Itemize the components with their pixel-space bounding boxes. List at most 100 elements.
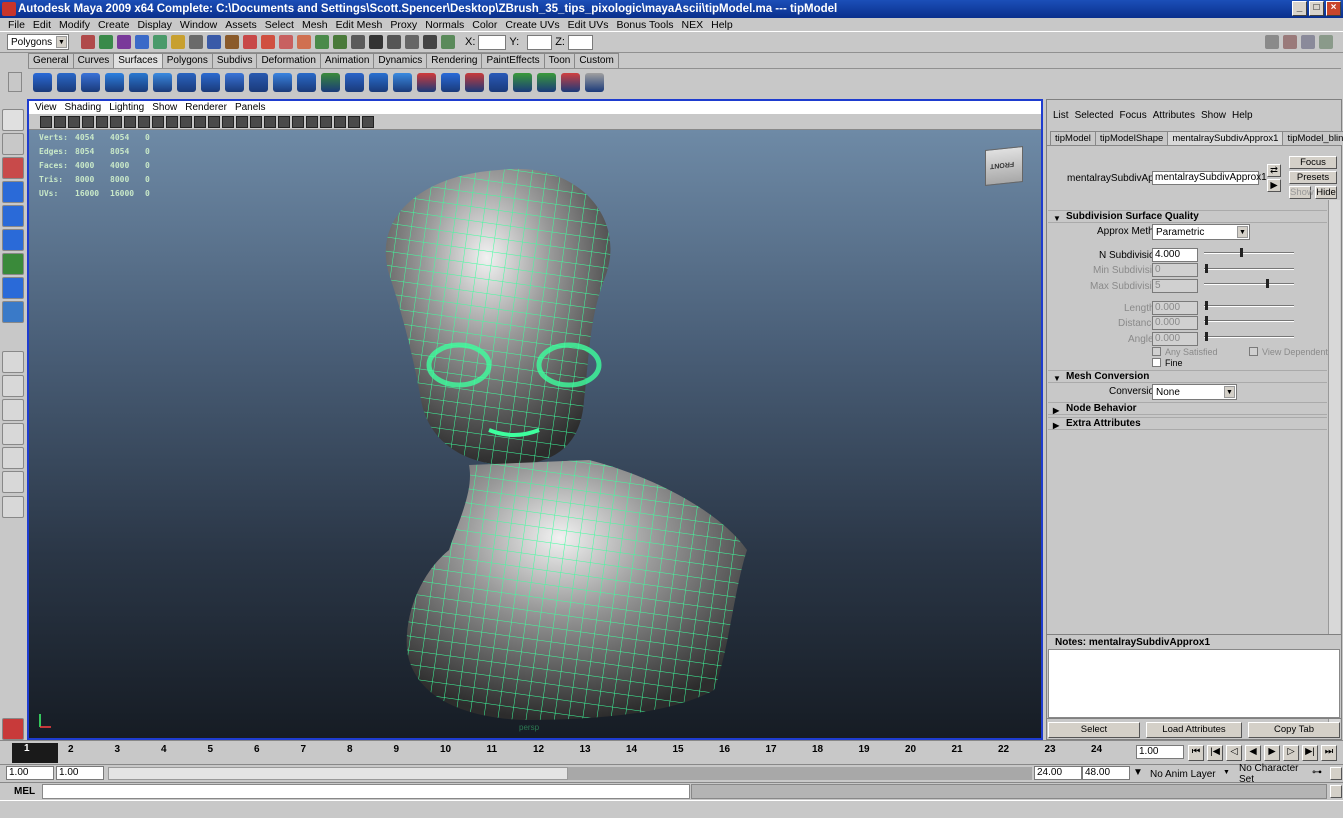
menu-edit[interactable]: Edit <box>29 19 55 31</box>
tab-tipmodel[interactable]: tipModel <box>1050 131 1096 145</box>
slider-handle[interactable] <box>1266 279 1269 288</box>
viewport-tool-9-icon[interactable] <box>166 115 178 128</box>
toolbox-tool-1-icon[interactable] <box>2 133 24 155</box>
n-subdivisions-slider[interactable] <box>1204 248 1294 257</box>
shelf-tool-3-icon[interactable] <box>104 73 124 92</box>
min-subdivisions-slider[interactable] <box>1204 264 1294 273</box>
time-slider[interactable]: 2 3 4 5 6 7 8 9 10 11 12 13 14 15 16 17 18 19 20 21 22 23 24 1… <box>0 740 1343 764</box>
toolbox-tool-12-icon[interactable] <box>2 423 24 445</box>
menu-normals[interactable]: Normals <box>421 19 468 31</box>
shelf-tool-2-icon[interactable] <box>80 73 100 92</box>
shelf-tab-polygons[interactable]: Polygons <box>161 53 213 68</box>
menu-nex[interactable]: NEX <box>678 19 708 31</box>
status-tool-7-icon[interactable] <box>207 35 221 49</box>
ae-menu-attributes[interactable]: Attributes <box>1150 110 1198 121</box>
close-button[interactable]: × <box>1326 1 1341 16</box>
select-button[interactable]: Select <box>1048 722 1140 738</box>
node-name-input[interactable]: mentalraySubdivApprox1 <box>1152 171 1267 185</box>
ae-menu-focus[interactable]: Focus <box>1116 110 1149 121</box>
show-button[interactable]: Show <box>1289 186 1314 199</box>
shelf-tool-23-icon[interactable] <box>584 73 604 92</box>
animation-end-input[interactable]: 48.00 <box>1082 766 1130 780</box>
status-tool-4-icon[interactable] <box>153 35 167 49</box>
shelf-tool-4-icon[interactable] <box>128 73 148 92</box>
viewport-tool-18-icon[interactable] <box>292 115 304 128</box>
slider-handle[interactable] <box>1240 248 1243 257</box>
ae-menu-list[interactable]: List <box>1050 110 1072 121</box>
menu-edit-uvs[interactable]: Edit UVs <box>564 19 613 31</box>
layer-editor-toggle-icon[interactable] <box>1319 35 1333 49</box>
x-input[interactable] <box>478 34 507 50</box>
ae-menu-show[interactable]: Show <box>1198 110 1229 121</box>
length-input[interactable]: 0.000 <box>1152 301 1198 315</box>
view-dependent-checkbox[interactable] <box>1249 347 1258 356</box>
shelf-tool-7-icon[interactable] <box>200 73 220 92</box>
toolbox-tool-15-icon[interactable] <box>2 496 24 518</box>
status-tool-1-icon[interactable] <box>99 35 113 49</box>
shelf-tool-15-icon[interactable] <box>392 73 412 92</box>
shelf-tool-20-icon[interactable] <box>512 73 532 92</box>
tab-tipmodelshape[interactable]: tipModelShape <box>1094 131 1169 145</box>
status-tool-16-icon[interactable] <box>369 35 383 49</box>
step-forward-frame-icon[interactable]: ▷ <box>1283 745 1299 761</box>
angle-slider[interactable] <box>1204 332 1294 341</box>
timeline-ticks[interactable]: 2 3 4 5 6 7 8 9 10 11 12 13 14 15 16 17 18 19 20 21 22 23 24 <box>12 743 1134 763</box>
viewport-tool-1-icon[interactable] <box>54 115 66 128</box>
presets-button[interactable]: Presets <box>1289 171 1337 184</box>
viewport-tool-0-icon[interactable] <box>40 115 52 128</box>
viewport-tool-14-icon[interactable] <box>236 115 248 128</box>
viewport-tool-6-icon[interactable] <box>124 115 136 128</box>
toolbox-tool-2-icon[interactable] <box>2 157 24 179</box>
shelf-tab-deformation[interactable]: Deformation <box>256 53 321 68</box>
viewport-tool-4-icon[interactable] <box>96 115 108 128</box>
status-tool-2-icon[interactable] <box>117 35 131 49</box>
status-tool-19-icon[interactable] <box>423 35 437 49</box>
shelf-tab-custom[interactable]: Custom <box>574 53 619 68</box>
viewport-tool-5-icon[interactable] <box>110 115 122 128</box>
shelf-tool-21-icon[interactable] <box>536 73 556 92</box>
section-extra-attributes[interactable]: ▶ Extra Attributes <box>1048 417 1327 430</box>
shelf-tool-16-icon[interactable] <box>416 73 436 92</box>
any-satisfied-checkbox[interactable] <box>1152 347 1161 356</box>
fine-checkbox[interactable] <box>1152 358 1161 367</box>
viewport-tool-16-icon[interactable] <box>264 115 276 128</box>
toolbox-tool-7-icon[interactable] <box>2 277 24 299</box>
menu-modify[interactable]: Modify <box>55 19 94 31</box>
max-subdivisions-slider[interactable] <box>1204 279 1294 288</box>
viewport-tool-7-icon[interactable] <box>138 115 150 128</box>
slider-handle[interactable] <box>1205 316 1208 325</box>
distance-input[interactable]: 0.000 <box>1152 316 1198 330</box>
maya-logo-icon[interactable] <box>2 718 24 740</box>
maximize-button[interactable]: □ <box>1309 1 1324 16</box>
menu-window[interactable]: Window <box>176 19 221 31</box>
script-editor-icon[interactable] <box>1330 785 1342 798</box>
slider-handle[interactable] <box>1205 301 1208 310</box>
anim-layer-select[interactable]: No Anim Layer ▼ <box>1147 766 1233 782</box>
status-tool-13-icon[interactable] <box>315 35 329 49</box>
hide-button[interactable]: Hide <box>1315 186 1337 199</box>
shelf-tab-rendering[interactable]: Rendering <box>426 53 483 68</box>
animation-start-input[interactable]: 1.00 <box>6 766 54 780</box>
toolbox-tool-9-icon[interactable] <box>2 351 24 373</box>
menu-mesh[interactable]: Mesh <box>298 19 332 31</box>
viewport-tool-3-icon[interactable] <box>82 115 94 128</box>
command-input[interactable] <box>42 784 690 799</box>
perspective-viewport[interactable]: View Shading Lighting Show Renderer Panels Ve… <box>27 99 1043 740</box>
channel-box-toggle-icon[interactable] <box>1265 35 1279 49</box>
viewport-tool-15-icon[interactable] <box>250 115 262 128</box>
copy-tab-button[interactable]: Copy Tab <box>1248 722 1340 738</box>
min-subdivisions-input[interactable]: 0 <box>1152 263 1198 277</box>
shelf-tool-22-icon[interactable] <box>560 73 580 92</box>
shelf-menu-button[interactable] <box>8 72 22 92</box>
status-tool-9-icon[interactable] <box>243 35 257 49</box>
shelf-tool-0-icon[interactable] <box>32 73 52 92</box>
viewport-menu-shading[interactable]: Shading <box>61 102 106 113</box>
play-backwards-icon[interactable]: ◀ <box>1245 745 1261 761</box>
slider-handle[interactable] <box>1205 332 1208 341</box>
viewport-tool-13-icon[interactable] <box>222 115 234 128</box>
go-to-start-icon[interactable]: ⏮ <box>1188 745 1204 761</box>
head-model-wireframe[interactable] <box>29 130 1041 738</box>
section-mesh-conversion[interactable]: ▼ Mesh Conversion <box>1048 370 1327 383</box>
input-connections-icon[interactable]: ⇄ <box>1267 164 1281 177</box>
status-tool-12-icon[interactable] <box>297 35 311 49</box>
